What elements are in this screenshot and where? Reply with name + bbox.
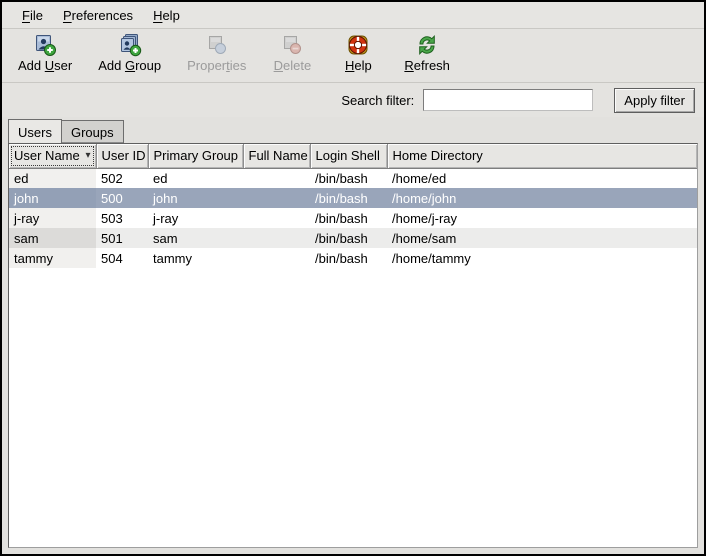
column-header-primary-group[interactable]: Primary Group <box>148 144 243 168</box>
table-cell <box>243 168 310 188</box>
tab-users[interactable]: Users <box>8 119 62 143</box>
table-cell: tammy <box>148 248 243 268</box>
search-filter-label: Search filter: <box>341 93 414 108</box>
table-cell: /bin/bash <box>310 208 387 228</box>
menubar: File Preferences Help <box>2 2 704 29</box>
table-cell: /home/john <box>387 188 697 208</box>
tab-groups[interactable]: Groups <box>62 120 124 143</box>
refresh-label: Refresh <box>404 58 450 73</box>
help-icon <box>346 33 370 57</box>
properties-icon <box>205 33 229 57</box>
table-cell: ed <box>148 168 243 188</box>
table-cell: j-ray <box>148 208 243 228</box>
add-user-button[interactable]: Add User <box>12 32 78 74</box>
table-cell: /bin/bash <box>310 248 387 268</box>
table-cell: sam <box>9 228 96 248</box>
sort-indicator-icon: ▾ <box>85 150 90 161</box>
table-cell: tammy <box>9 248 96 268</box>
table-cell: /bin/bash <box>310 188 387 208</box>
apply-filter-button[interactable]: Apply filter <box>614 88 695 113</box>
menu-file[interactable]: File <box>12 4 53 27</box>
table-row[interactable]: tammy504tammy/bin/bash/home/tammy <box>9 248 697 268</box>
column-header-login-shell[interactable]: Login Shell <box>310 144 387 168</box>
menu-preferences[interactable]: Preferences <box>53 4 143 27</box>
add-group-icon <box>118 33 142 57</box>
column-header-home-directory[interactable]: Home Directory <box>387 144 697 168</box>
table-cell <box>243 208 310 228</box>
table-cell <box>243 248 310 268</box>
search-filter-input[interactable] <box>423 89 593 111</box>
delete-button: Delete <box>266 32 318 74</box>
add-user-icon <box>33 33 57 57</box>
table-cell: /home/sam <box>387 228 697 248</box>
table-header-row: User Name ▾ User ID Primary Group Full N… <box>9 144 697 168</box>
table-row[interactable]: sam501sam/bin/bash/home/sam <box>9 228 697 248</box>
filter-row: Search filter: Apply filter <box>2 83 704 117</box>
user-manager-window: File Preferences Help Add User <box>0 0 706 556</box>
properties-label: Properties <box>187 58 246 73</box>
table-cell: j-ray <box>9 208 96 228</box>
table-row[interactable]: ed502ed/bin/bash/home/ed <box>9 168 697 188</box>
add-group-label: Add Group <box>98 58 161 73</box>
toolbar: Add User Add Group Properties <box>2 29 704 83</box>
tab-bar: Users Groups <box>2 117 704 143</box>
column-header-user-name[interactable]: User Name ▾ <box>9 144 96 168</box>
table-cell: 500 <box>96 188 148 208</box>
table-row[interactable]: john500john/bin/bash/home/john <box>9 188 697 208</box>
column-header-full-name[interactable]: Full Name <box>243 144 310 168</box>
help-button[interactable]: Help <box>332 32 384 74</box>
table-cell: /bin/bash <box>310 168 387 188</box>
table-row[interactable]: j-ray503j-ray/bin/bash/home/j-ray <box>9 208 697 228</box>
column-header-user-name-label: User Name <box>14 148 80 163</box>
refresh-icon <box>415 33 439 57</box>
users-table: User Name ▾ User ID Primary Group Full N… <box>9 144 697 268</box>
users-table-area: User Name ▾ User ID Primary Group Full N… <box>8 143 698 548</box>
table-cell: sam <box>148 228 243 248</box>
table-cell: /home/tammy <box>387 248 697 268</box>
table-cell: /bin/bash <box>310 228 387 248</box>
table-cell <box>243 188 310 208</box>
delete-icon <box>280 33 304 57</box>
table-cell: ed <box>9 168 96 188</box>
delete-label: Delete <box>274 58 312 73</box>
table-cell: 502 <box>96 168 148 188</box>
table-cell <box>243 228 310 248</box>
table-cell: 501 <box>96 228 148 248</box>
refresh-button[interactable]: Refresh <box>398 32 456 74</box>
user-table-body: ed502ed/bin/bash/home/edjohn500john/bin/… <box>9 168 697 268</box>
table-cell: 503 <box>96 208 148 228</box>
table-cell: /home/j-ray <box>387 208 697 228</box>
menu-help[interactable]: Help <box>143 4 190 27</box>
add-group-button[interactable]: Add Group <box>92 32 167 74</box>
properties-button: Properties <box>181 32 252 74</box>
table-cell: john <box>148 188 243 208</box>
table-cell: 504 <box>96 248 148 268</box>
column-header-user-id[interactable]: User ID <box>96 144 148 168</box>
help-label: Help <box>345 58 372 73</box>
table-cell: john <box>9 188 96 208</box>
add-user-label: Add User <box>18 58 72 73</box>
table-cell: /home/ed <box>387 168 697 188</box>
